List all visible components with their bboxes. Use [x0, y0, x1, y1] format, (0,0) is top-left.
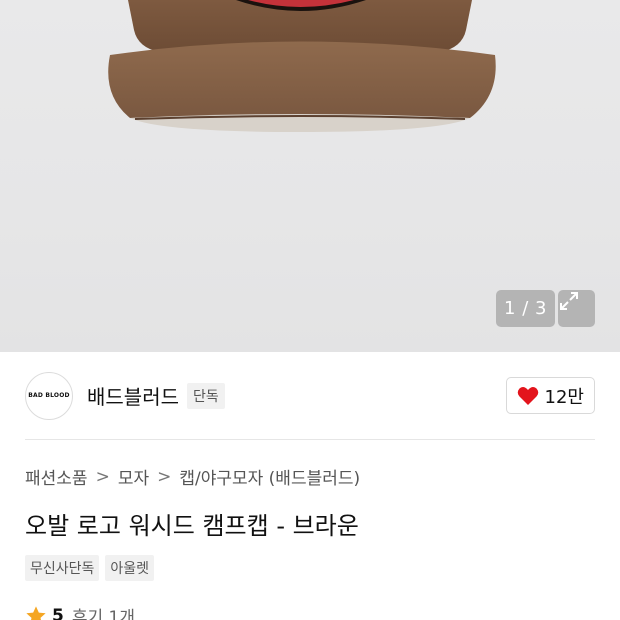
image-counter: 1 / 3: [496, 290, 555, 327]
brand-name[interactable]: 배드블러드: [87, 381, 179, 410]
brand-row: BAD BLOOD 배드블러드 단독 12만: [25, 352, 595, 440]
like-count: 12만: [544, 386, 584, 408]
like-button[interactable]: 12만: [505, 377, 595, 414]
expand-button[interactable]: [558, 290, 595, 327]
breadcrumb-item[interactable]: 캡/야구모자 (배드블러드): [179, 464, 360, 489]
brand-logo-text: BAD BLOOD: [28, 392, 70, 399]
brand-logo[interactable]: BAD BLOOD: [25, 371, 73, 420]
review-count[interactable]: 후기 1개: [72, 603, 135, 620]
tag-outlet: 아울렛: [105, 555, 155, 581]
star-icon: [26, 605, 46, 620]
heart-icon: [517, 386, 539, 406]
breadcrumb-item[interactable]: 모자: [118, 464, 149, 489]
product-tags: 무신사단독 아울렛: [25, 555, 155, 581]
breadcrumb-separator: >: [95, 466, 110, 487]
expand-icon: [560, 292, 578, 310]
breadcrumb-separator: >: [157, 466, 172, 487]
rating-score: 5: [52, 605, 64, 620]
breadcrumb-item[interactable]: 패션소품: [25, 464, 88, 489]
exclusive-badge: 단독: [187, 382, 225, 409]
rating-row[interactable]: 5 후기 1개: [25, 603, 135, 620]
breadcrumb: 패션소품 > 모자 > 캡/야구모자 (배드블러드): [25, 464, 360, 490]
product-image[interactable]: 1 / 3: [0, 0, 620, 352]
tag-exclusive: 무신사단독: [25, 555, 100, 581]
product-title: 오발 로고 워시드 캠프캡 - 브라운: [25, 512, 359, 540]
